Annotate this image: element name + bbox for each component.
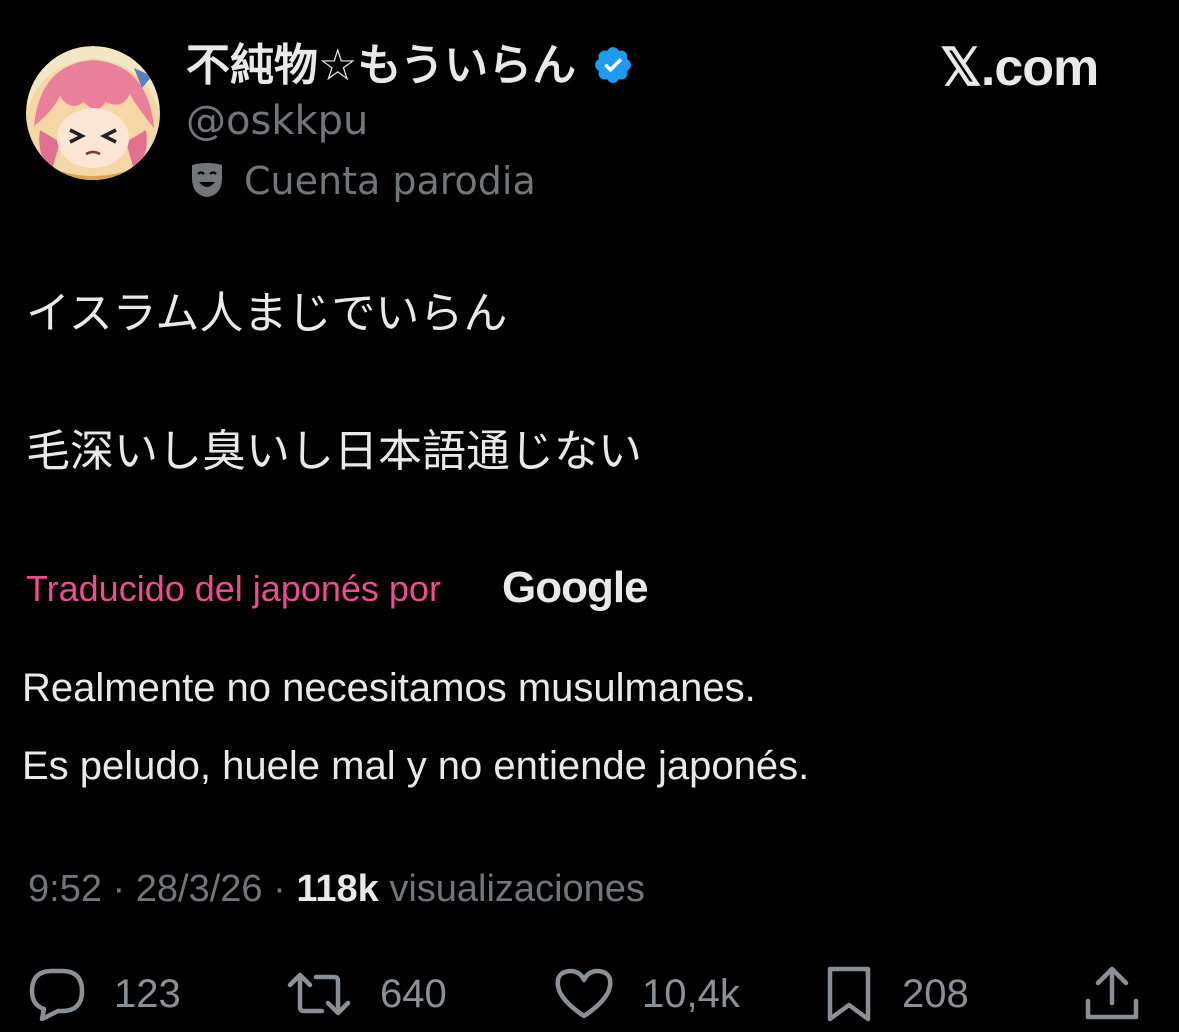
tweet-date[interactable]: 28/3/26 [136, 868, 263, 910]
tweet-meta: 9:52 · 28/3/26 · 118k visualizaciones [28, 864, 645, 914]
tweet-original-text-line-2: 毛深いし臭いし日本語通じない [26, 426, 642, 477]
meta-separator: · [101, 868, 136, 910]
author-handle[interactable]: @oskkpu [186, 96, 368, 146]
translation-attribution-link[interactable]: Traducido del japonés por [26, 566, 441, 612]
repost-button[interactable]: 640 [286, 962, 447, 1026]
site-watermark: 𝕏.com [940, 39, 1099, 97]
translation-provider-logo: Google [502, 563, 649, 612]
tweet-time[interactable]: 9:52 [28, 868, 102, 910]
share-button[interactable] [1084, 962, 1140, 1026]
speech-bubble-icon [29, 968, 85, 1021]
tweet-original-text-line-1: イスラム人まじでいらん [26, 288, 508, 339]
author-display-name[interactable]: 不純物☆もういらん [186, 38, 576, 94]
bookmark-button[interactable]: 208 [824, 962, 969, 1026]
reply-button[interactable]: 123 [28, 962, 181, 1026]
bookmark-icon [827, 966, 871, 1022]
heart-icon [555, 968, 613, 1019]
share-upload-icon [1085, 966, 1139, 1020]
reply-count: 123 [114, 972, 181, 1016]
author-avatar[interactable] [26, 46, 160, 180]
theater-mask-icon [190, 162, 224, 198]
like-button[interactable]: 10,4k [554, 962, 740, 1026]
meta-separator: · [262, 868, 297, 910]
like-count: 10,4k [642, 972, 740, 1016]
anime-avatar-icon [26, 46, 160, 180]
verified-badge-icon [592, 44, 634, 86]
tweet-translated-text-line-1: Realmente no necesitamos musulmanes. [22, 666, 756, 710]
tweet-translated-text-line-2: Es peludo, huele mal y no entiende japon… [22, 744, 810, 788]
repost-arrows-icon [287, 972, 351, 1016]
repost-count: 640 [380, 972, 447, 1016]
views-label: visualizaciones [378, 868, 645, 910]
bookmark-count: 208 [902, 972, 969, 1016]
parody-account-label: Cuenta parodia [244, 159, 536, 203]
views-count: 118k [296, 868, 379, 910]
